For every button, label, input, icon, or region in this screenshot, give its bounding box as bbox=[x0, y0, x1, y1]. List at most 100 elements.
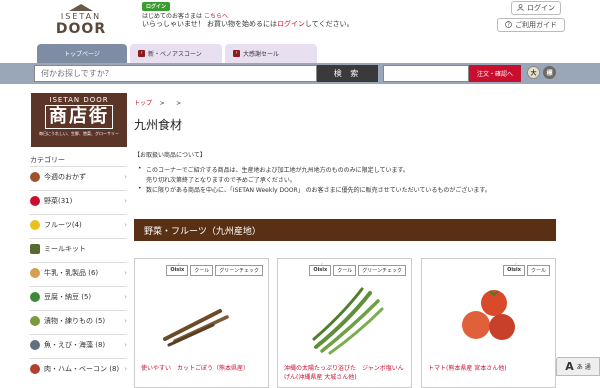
accessibility-button[interactable]: A あ 通 bbox=[556, 357, 600, 376]
tofu-icon bbox=[30, 291, 40, 302]
breadcrumb-separator: > bbox=[176, 100, 182, 107]
breadcrumb-home-link[interactable]: トップ bbox=[134, 100, 152, 107]
login-button-label: ログイン bbox=[527, 4, 555, 12]
login-link[interactable]: ログイン bbox=[277, 20, 305, 28]
notice-line: このコーナーでご紹介する商品は、生産地および加工地が九州地方のもののみに限定して… bbox=[146, 167, 409, 174]
logo-bottom-text: DOOR bbox=[55, 21, 107, 37]
product-image-burdock[interactable] bbox=[135, 281, 268, 361]
sidebar-item-pickles[interactable]: 漬物・練りもの (5) › bbox=[30, 310, 127, 330]
oisix-tag: Oisix bbox=[166, 261, 189, 276]
cool-tag: クール bbox=[526, 265, 550, 276]
green-check-tag: グリーンチェック bbox=[358, 265, 406, 276]
fish-icon bbox=[30, 339, 40, 350]
sidebar-item-dairy[interactable]: 牛乳・乳製品 (6) › bbox=[30, 262, 127, 282]
tab-sale-label: 大感謝セール bbox=[243, 51, 280, 58]
sidebar-item-label: 豆腐・納豆 (5) bbox=[44, 292, 92, 301]
tab-new-scone[interactable]: › 新・ベノアスコーン bbox=[130, 44, 222, 63]
login-button[interactable]: ログイン bbox=[511, 1, 561, 15]
pickles-icon bbox=[30, 315, 40, 326]
sidebar-item-label: 漬物・練りもの (5) bbox=[44, 316, 106, 325]
order-input[interactable] bbox=[383, 65, 469, 82]
bullet-icon: • bbox=[138, 165, 142, 172]
page-title: 九州食材 bbox=[134, 118, 183, 132]
tab-sale[interactable]: › 大感謝セール bbox=[225, 44, 317, 63]
vegetable-icon bbox=[30, 195, 40, 206]
sidebar-item-label: 牛乳・乳製品 (6) bbox=[44, 268, 99, 277]
order-confirm-button[interactable]: 注文・確認へ bbox=[469, 65, 521, 82]
chevron-right-icon: › bbox=[138, 50, 145, 57]
text-size-large-button[interactable]: 大 bbox=[527, 66, 540, 79]
text-size-standard-button[interactable]: 標 bbox=[543, 66, 556, 79]
chevron-right-icon: › bbox=[124, 364, 127, 373]
product-name-link[interactable]: 使いやすい カットごぼう（熊本県産） bbox=[141, 363, 266, 372]
welcome-message: いらっしゃいませ！ お買い物を始めるにはログインしてください。 bbox=[142, 19, 354, 29]
chevron-right-icon: › bbox=[124, 196, 127, 205]
chevron-right-icon: › bbox=[124, 172, 127, 181]
cool-tag: クール bbox=[190, 265, 214, 276]
tab-new-label: 新・ベノアスコーン bbox=[148, 51, 202, 58]
accessibility-icon: A bbox=[565, 360, 574, 373]
milk-icon bbox=[30, 267, 40, 278]
logo-top-text: ISETAN bbox=[60, 12, 102, 21]
product-card[interactable]: Oisix クール グリーンチェック 沖縄の太陽たっぷり浴びた ジャンボ塩いんげ… bbox=[277, 258, 412, 388]
login-status-badge: ログイン bbox=[142, 2, 171, 11]
welcome-text-end: してください。 bbox=[305, 20, 354, 28]
user-icon bbox=[517, 3, 524, 13]
tab-top-page[interactable]: トップページ bbox=[37, 44, 127, 63]
category-title: カテゴリー bbox=[30, 156, 65, 164]
house-roof-icon bbox=[69, 4, 93, 12]
product-image-green-beans[interactable] bbox=[278, 281, 411, 361]
chevron-right-icon: › bbox=[124, 340, 127, 349]
sidebar-item-fish[interactable]: 魚・えび・海藻 (8) › bbox=[30, 334, 127, 354]
oisix-tag: Oisix bbox=[503, 261, 525, 276]
sidebar-item-label: 魚・えび・海藻 (8) bbox=[44, 340, 106, 349]
sidebar-item-tofu-natto[interactable]: 豆腐・納豆 (5) › bbox=[30, 286, 127, 306]
product-name-link[interactable]: トマト(熊本県産 宮本さん他) bbox=[428, 363, 553, 372]
product-tags: Oisix クール bbox=[503, 261, 550, 276]
sidebar-item-fruits[interactable]: フルーツ(4) › bbox=[30, 214, 127, 234]
guide-button[interactable]: ? ご利用ガイド bbox=[497, 18, 565, 32]
oisix-tag: Oisix bbox=[309, 261, 332, 276]
cool-tag: クール bbox=[333, 265, 357, 276]
sidebar-item-mealkit[interactable]: ミールキット bbox=[30, 238, 127, 258]
product-card[interactable]: Oisix クール グリーンチェック 使いやすい カットごぼう（熊本県産） bbox=[134, 258, 269, 388]
notice-line: 数に限りがある商品を中心に、「ISETAN Weekly DOOR」 のお客さま… bbox=[146, 187, 491, 194]
product-tags: Oisix クール グリーンチェック bbox=[166, 261, 263, 276]
notice-heading: 【お取扱い商品について】 bbox=[134, 152, 206, 159]
sidebar-item-label: 肉・ハム・ベーコン (8) bbox=[44, 364, 120, 373]
bullet-icon: • bbox=[138, 185, 142, 192]
product-name-link[interactable]: 沖縄の太陽たっぷり浴びた ジャンボ塩いんげん(沖縄県産 大城さん他) bbox=[284, 363, 409, 381]
chevron-right-icon: › bbox=[124, 316, 127, 325]
sidebar-item-meat[interactable]: 肉・ハム・ベーコン (8) › bbox=[30, 358, 127, 378]
chevron-right-icon: › bbox=[233, 50, 240, 57]
product-card[interactable]: Oisix クール トマト(熊本県産 宮本さん他) bbox=[421, 258, 556, 388]
section-heading: 野菜・フルーツ（九州産地） bbox=[134, 219, 556, 241]
question-icon: ? bbox=[505, 20, 512, 30]
product-tags: Oisix クール グリーンチェック bbox=[309, 261, 406, 276]
product-image-tomato[interactable] bbox=[422, 281, 555, 361]
mealkit-icon bbox=[30, 243, 40, 254]
sidebar-item-vegetables[interactable]: 野菜(31) › bbox=[30, 190, 127, 210]
svg-text:?: ? bbox=[507, 22, 510, 28]
accessibility-label: あ 通 bbox=[576, 364, 591, 371]
isetan-door-logo[interactable]: ISETAN DOOR bbox=[50, 4, 112, 38]
tab-top-label: トップページ bbox=[64, 51, 100, 58]
chevron-right-icon: › bbox=[124, 292, 127, 301]
banner-top-text: ISETAN DOOR bbox=[49, 96, 109, 104]
search-input[interactable] bbox=[34, 65, 317, 82]
sidebar-item-label: ミールキット bbox=[44, 244, 86, 253]
shotengai-banner[interactable]: ISETAN DOOR 商店街 毎日にうれしい、生鮮、惣菜、グローサリー bbox=[31, 93, 127, 147]
sidebar-item-weekly-okazu[interactable]: 今週のおかず › bbox=[30, 166, 127, 186]
search-button[interactable]: 検 索 bbox=[317, 65, 378, 82]
sidebar-item-label: 今週のおかず bbox=[44, 172, 86, 181]
breadcrumb: トップ > > bbox=[134, 98, 181, 107]
chevron-right-icon: › bbox=[124, 268, 127, 277]
green-check-tag: グリーンチェック bbox=[215, 265, 263, 276]
sidebar-item-label: 野菜(31) bbox=[44, 196, 73, 205]
meat-icon bbox=[30, 363, 40, 374]
banner-sub-text: 毎日にうれしい、生鮮、惣菜、グローサリー bbox=[39, 131, 119, 136]
guide-button-label: ご利用ガイド bbox=[515, 21, 557, 29]
chevron-right-icon: › bbox=[124, 220, 127, 229]
banner-main-text: 商店街 bbox=[45, 105, 113, 129]
notice-line: 売り切れ次第終了となりますので予めご了承ください。 bbox=[146, 177, 296, 184]
